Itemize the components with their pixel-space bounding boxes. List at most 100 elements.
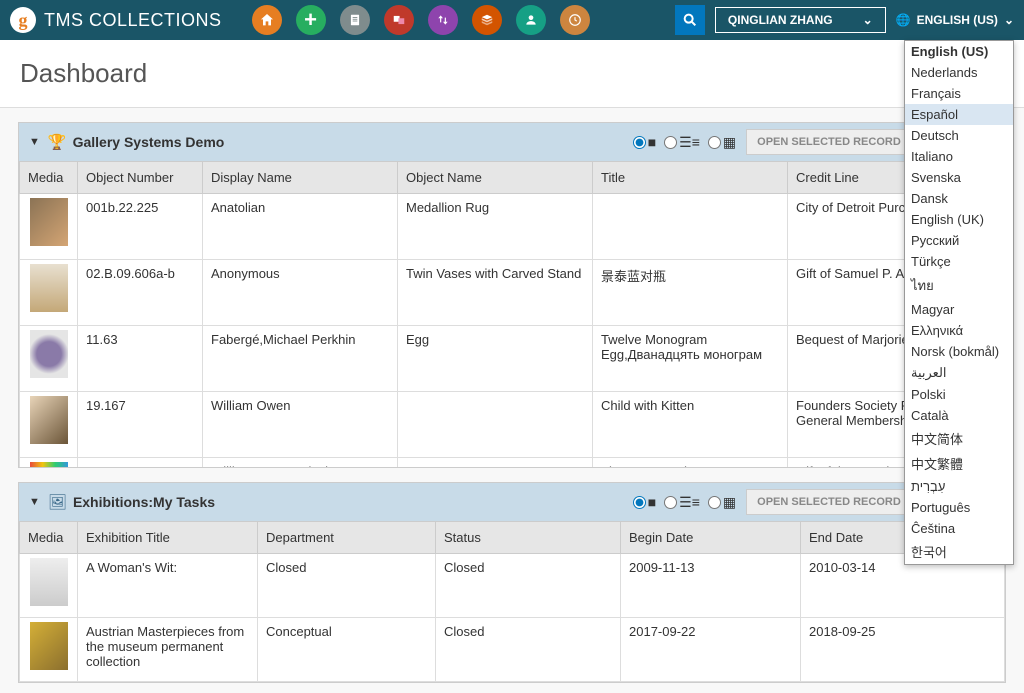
- language-option[interactable]: English (US): [905, 41, 1013, 62]
- media-cell: [20, 260, 78, 326]
- media-icon[interactable]: [384, 5, 414, 35]
- language-option[interactable]: Norsk (bokmål): [905, 341, 1013, 362]
- language-option[interactable]: Türkçe: [905, 251, 1013, 272]
- table-row[interactable]: A Woman's Wit: Closed Closed 2009-11-13 …: [20, 554, 1005, 618]
- table-row[interactable]: 19.167 William Owen Child with Kitten Fo…: [20, 392, 1005, 458]
- display-name-cell: William James Glackens: [203, 458, 398, 468]
- object-name-cell: Medallion Rug: [398, 194, 593, 260]
- view-table-radio[interactable]: ■: [633, 134, 656, 150]
- exhibition-title-cell: A Woman's Wit:: [78, 554, 258, 618]
- begin-date-cell: 2017-09-22: [621, 618, 801, 682]
- thumbnail-icon: [30, 622, 68, 670]
- updown-icon[interactable]: [428, 5, 458, 35]
- panel-gallery-demo: ▼ 🏆 Gallery Systems Demo ■ ☰≡ ▦ OPEN SEL…: [18, 122, 1006, 468]
- home-icon[interactable]: [252, 5, 282, 35]
- list-icon: ☰≡: [679, 494, 700, 511]
- department-cell: Closed: [258, 554, 436, 618]
- collapse-toggle[interactable]: ▼: [29, 496, 40, 508]
- language-option[interactable]: 中文简体: [905, 426, 1013, 451]
- thumbnail-icon: [30, 264, 68, 312]
- language-option[interactable]: English (UK): [905, 209, 1013, 230]
- language-option[interactable]: Nederlands: [905, 62, 1013, 83]
- top-bar: g TMS COLLECTIONS + QINGLIAN ZHA: [0, 0, 1024, 40]
- language-option[interactable]: Català: [905, 405, 1013, 426]
- clock-icon[interactable]: [560, 5, 590, 35]
- language-option[interactable]: Français: [905, 83, 1013, 104]
- language-option[interactable]: ไทย: [905, 272, 1013, 299]
- language-option[interactable]: Русский: [905, 230, 1013, 251]
- user-nav-icon[interactable]: [516, 5, 546, 35]
- language-option[interactable]: Svenska: [905, 167, 1013, 188]
- media-cell: [20, 618, 78, 682]
- thumbnail-icon: [30, 396, 68, 444]
- end-date-cell: 2018-09-25: [801, 618, 1005, 682]
- column-header[interactable]: Object Name: [398, 162, 593, 194]
- column-header[interactable]: Media: [20, 522, 78, 554]
- language-option[interactable]: Dansk: [905, 188, 1013, 209]
- language-dropdown: English (US)NederlandsFrançaisEspañolDeu…: [904, 40, 1014, 565]
- user-selector[interactable]: QINGLIAN ZHANG ⌄: [715, 7, 886, 33]
- language-option[interactable]: Ĉeština: [905, 518, 1013, 539]
- object-number-cell: 11.63: [78, 326, 203, 392]
- language-option[interactable]: Magyar: [905, 299, 1013, 320]
- object-name-cell: [398, 458, 593, 468]
- department-cell: Conceptual: [258, 618, 436, 682]
- table-row[interactable]: 30.322 William James Glackens The Promen…: [20, 458, 1005, 468]
- column-header[interactable]: Object Number: [78, 162, 203, 194]
- title-cell: Child with Kitten: [593, 392, 788, 458]
- column-header[interactable]: Media: [20, 162, 78, 194]
- column-header[interactable]: Title: [593, 162, 788, 194]
- panel-title: Gallery Systems Demo: [73, 134, 225, 150]
- square-icon: ■: [648, 134, 656, 150]
- language-label: ENGLISH (US): [917, 13, 998, 27]
- chevron-down-icon: ⌄: [863, 13, 873, 27]
- language-option[interactable]: Español: [905, 104, 1013, 125]
- display-name-cell: Fabergé,Michael Perkhin: [203, 326, 398, 392]
- logo-icon: g: [10, 7, 36, 33]
- object-name-cell: Twin Vases with Carved Stand: [398, 260, 593, 326]
- document-icon[interactable]: [340, 5, 370, 35]
- language-option[interactable]: Polski: [905, 384, 1013, 405]
- grid-icon: ▦: [723, 134, 736, 151]
- media-cell: [20, 458, 78, 468]
- panel-header: ▼ 🏆 Gallery Systems Demo ■ ☰≡ ▦ OPEN SEL…: [19, 123, 1005, 161]
- object-number-cell: 19.167: [78, 392, 203, 458]
- view-list-radio[interactable]: ☰≡: [664, 134, 700, 151]
- table-row[interactable]: 11.63 Fabergé,Michael Perkhin Egg Twelve…: [20, 326, 1005, 392]
- language-option[interactable]: Ελληνικά: [905, 320, 1013, 341]
- language-option[interactable]: 한국어: [905, 539, 1013, 564]
- column-header[interactable]: Begin Date: [621, 522, 801, 554]
- language-option[interactable]: Português: [905, 497, 1013, 518]
- media-cell: [20, 392, 78, 458]
- search-button[interactable]: [675, 5, 705, 35]
- display-name-cell: Anonymous: [203, 260, 398, 326]
- square-icon: ■: [648, 494, 656, 510]
- view-table-radio[interactable]: ■: [633, 494, 656, 510]
- table-row[interactable]: 02.B.09.606a-b Anonymous Twin Vases with…: [20, 260, 1005, 326]
- view-list-radio[interactable]: ☰≡: [664, 494, 700, 511]
- globe-icon: 🌐: [896, 13, 911, 27]
- table-row[interactable]: 001b.22.225 Anatolian Medallion Rug City…: [20, 194, 1005, 260]
- language-selector[interactable]: 🌐 ENGLISH (US) ⌄: [896, 13, 1014, 27]
- collapse-toggle[interactable]: ▼: [29, 136, 40, 148]
- column-header[interactable]: Status: [436, 522, 621, 554]
- trophy-icon: 🏆: [48, 133, 67, 151]
- table-row[interactable]: Austrian Masterpieces from the museum pe…: [20, 618, 1005, 682]
- column-header[interactable]: Exhibition Title: [78, 522, 258, 554]
- panel-title: Exhibitions:My Tasks: [73, 494, 215, 510]
- layers-icon[interactable]: [472, 5, 502, 35]
- column-header[interactable]: Display Name: [203, 162, 398, 194]
- open-selected-button[interactable]: OPEN SELECTED RECORD: [746, 129, 912, 155]
- view-grid-radio[interactable]: ▦: [708, 134, 736, 151]
- language-option[interactable]: עִבְרִית: [905, 476, 1013, 497]
- view-grid-radio[interactable]: ▦: [708, 494, 736, 511]
- media-cell: [20, 326, 78, 392]
- object-name-cell: [398, 392, 593, 458]
- language-option[interactable]: Italiano: [905, 146, 1013, 167]
- language-option[interactable]: العربية: [905, 362, 1013, 384]
- add-icon[interactable]: +: [296, 5, 326, 35]
- open-selected-button[interactable]: OPEN SELECTED RECORD: [746, 489, 912, 515]
- language-option[interactable]: 中文繁體: [905, 451, 1013, 476]
- language-option[interactable]: Deutsch: [905, 125, 1013, 146]
- column-header[interactable]: Department: [258, 522, 436, 554]
